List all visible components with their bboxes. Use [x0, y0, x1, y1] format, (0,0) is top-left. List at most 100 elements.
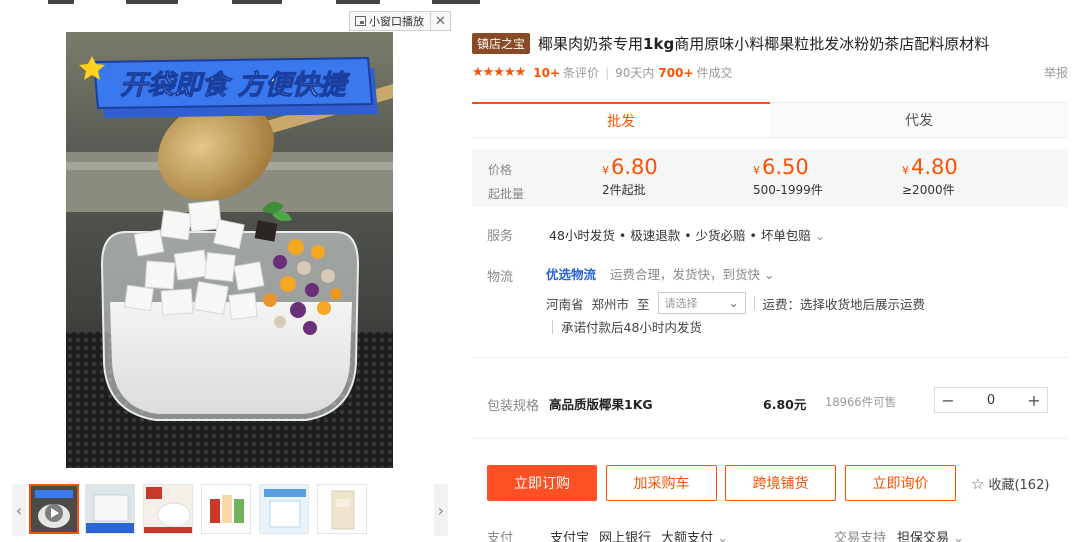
to-label: 至: [637, 296, 650, 312]
thumbnail-2[interactable]: [85, 484, 135, 534]
logistics-label: 物流: [487, 270, 514, 285]
favorite-label: 收藏(162): [988, 478, 1050, 493]
payment-method-large[interactable]: 大额支付 ⌄: [661, 527, 728, 542]
sales-period: 90天内: [615, 66, 655, 80]
logistics-info: 优选物流 运费合理，发货快，到货快 ⌄: [546, 264, 775, 283]
tier-price: 4.80: [911, 155, 958, 179]
moq-label: 起批量: [488, 187, 525, 201]
service-label: 服务: [487, 229, 514, 244]
product-thumbnail: [86, 485, 134, 533]
cross-border-button[interactable]: 跨境铺货: [725, 465, 836, 501]
product-title-row: 镇店之宝 椰果肉奶茶专用1kg商用原味小料椰果粒批发冰粉奶茶店配料原材料: [472, 33, 989, 54]
video-thumbnail: [31, 486, 77, 532]
price-tiers: 价格 起批量 ¥6.80 2件起批 ¥6.50 500-1999件 ¥4.80 …: [472, 149, 1068, 207]
tier-qty: ≥2000件: [902, 183, 955, 197]
divider: |: [605, 65, 610, 80]
thumbnail-strip: ‹ ›: [12, 484, 448, 536]
product-title: 椰果肉奶茶专用1kg商用原味小料椰果粒批发冰粉奶茶店配料原材料: [538, 35, 990, 53]
price-tier-1: ¥6.80 2件起批: [602, 155, 658, 197]
payment-label: 支付: [487, 531, 514, 542]
banner-text: 开袋即食 方便快捷: [120, 70, 350, 101]
divider: [552, 319, 553, 334]
mini-window-popup: 小窗口播放 ✕: [349, 11, 451, 31]
shipping-address-row: 河南省 郑州市 至 请选择 ⌄ 运费：选择收货地后展示运费: [546, 292, 925, 314]
quantity-stepper: − 0 +: [934, 387, 1048, 413]
thumbnail-5[interactable]: [259, 484, 309, 534]
product-photo: 开袋即食 方便快捷: [66, 32, 393, 468]
destination-select[interactable]: 请选择 ⌄: [657, 292, 746, 314]
mini-window-button[interactable]: 小窗口播放: [350, 12, 430, 30]
chevron-down-icon: ⌄: [728, 296, 739, 310]
favorite-button[interactable]: ☆ 收藏(162): [971, 474, 1050, 494]
trade-support-value[interactable]: 担保交易 ⌄: [897, 527, 964, 542]
thumbnail-6[interactable]: [317, 484, 367, 534]
rating-stars: ★★★★★: [472, 65, 526, 80]
tier-qty: 2件起批: [602, 183, 646, 197]
divider: [753, 296, 755, 310]
freight-info: 运费：选择收货地后展示运费: [762, 296, 926, 312]
tier-qty: 500-1999件: [753, 183, 823, 197]
store-badge: 镇店之宝: [472, 33, 531, 54]
main-product-image[interactable]: 开袋即食 方便快捷: [66, 32, 393, 468]
tab-dropship[interactable]: 代发: [770, 102, 1068, 137]
chevron-down-icon: ⌄: [953, 531, 965, 542]
sales-count: 700+: [658, 65, 694, 80]
tier-price: 6.80: [611, 155, 658, 179]
service-guarantees[interactable]: 48小时发货 • 极速退款 • 少货必赔 • 坏单包赔 ⌄: [549, 225, 825, 244]
nav-item-active[interactable]: [126, 0, 178, 4]
package-name: 高品质版椰果1KG: [549, 397, 653, 412]
price-tier-3: ¥4.80 ≥2000件: [902, 155, 958, 197]
package-label: 包装规格: [487, 399, 540, 414]
rating-row: ★★★★★ 10+ 条评价 | 90天内 700+ 件成交 举报: [472, 64, 1068, 81]
buy-now-button[interactable]: 立即订购: [487, 465, 597, 501]
package-price: 6.80元: [763, 397, 807, 412]
review-count[interactable]: 10+: [533, 66, 560, 80]
nav-item[interactable]: [432, 0, 480, 4]
product-thumbnail: [318, 485, 366, 533]
payment-method-alipay: 支付宝: [550, 531, 590, 542]
chevron-down-icon: ⌄: [717, 531, 729, 542]
star-outline-icon: ☆: [971, 474, 985, 493]
chevron-right-icon[interactable]: ›: [434, 484, 448, 536]
thumbnail-4[interactable]: [201, 484, 251, 534]
chevron-down-icon: ⌄: [814, 228, 826, 243]
payment-methods: 支付宝 网上银行 大额支付 ⌄: [550, 527, 728, 542]
chevron-left-icon[interactable]: ‹: [12, 484, 26, 536]
logistics-badge: 优选物流: [546, 267, 597, 282]
section-divider: [472, 357, 1068, 358]
chevron-down-icon: ⌄: [764, 267, 775, 282]
tab-wholesale[interactable]: 批发: [472, 102, 770, 137]
section-divider: [472, 438, 1068, 439]
inquiry-button[interactable]: 立即询价: [845, 465, 956, 501]
mini-window-label: 小窗口播放: [369, 15, 424, 28]
nav-item[interactable]: [232, 0, 282, 4]
sales-label: 件成交: [696, 66, 733, 80]
minus-icon[interactable]: −: [935, 388, 961, 412]
logistics-desc[interactable]: 运费合理，发货快，到货快 ⌄: [610, 264, 774, 283]
payment-method-bank: 网上银行: [599, 531, 652, 542]
promise-text: 承诺付款后48小时内发货: [561, 320, 702, 335]
package-stock: 18966件可售: [825, 395, 897, 409]
trade-support-label: 交易支持: [834, 531, 887, 542]
nav-item[interactable]: [48, 0, 74, 4]
purchase-mode-tabs: 批发 代发: [472, 102, 1068, 138]
price-label: 价格: [488, 163, 513, 177]
quantity-input[interactable]: 0: [961, 393, 1021, 408]
top-nav: [0, 0, 1080, 4]
origin-province: 河南省: [546, 296, 584, 312]
add-to-cart-button[interactable]: 加采购车: [606, 465, 717, 501]
price-tier-2: ¥6.50 500-1999件: [753, 155, 823, 197]
review-label: 条评价: [563, 66, 600, 80]
close-icon[interactable]: ✕: [430, 12, 450, 30]
product-thumbnail: [202, 485, 250, 533]
product-thumbnail: [144, 485, 192, 533]
nav-item[interactable]: [336, 0, 380, 4]
shipping-promise: 承诺付款后48小时内发货: [552, 317, 702, 336]
report-link[interactable]: 举报: [1044, 64, 1068, 81]
thumbnail-video[interactable]: [29, 484, 79, 534]
product-thumbnail: [260, 485, 308, 533]
origin-city: 郑州市: [591, 296, 630, 312]
plus-icon[interactable]: +: [1021, 388, 1047, 412]
thumbnail-3[interactable]: [143, 484, 193, 534]
picture-in-picture-icon: [355, 16, 366, 26]
